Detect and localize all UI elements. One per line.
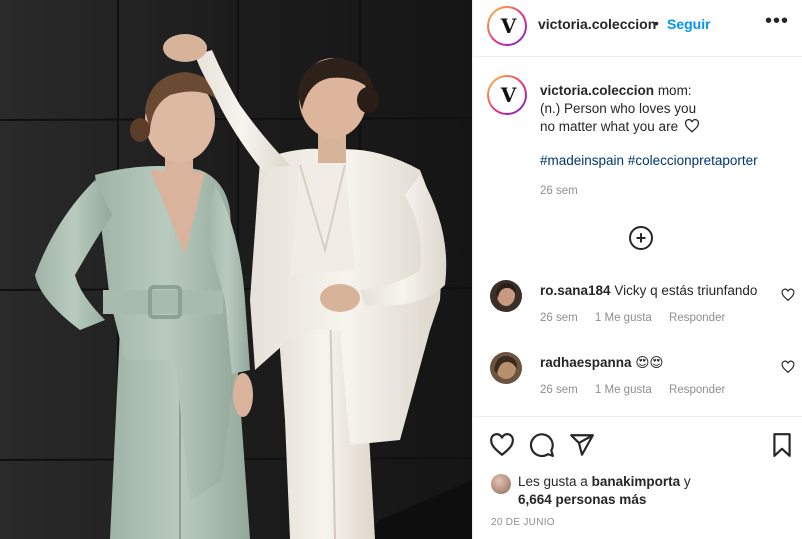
likes-prefix: Les gusta a <box>518 474 588 489</box>
post-header: V victoria.coleccion • Seguir ••• <box>473 0 802 57</box>
reply-button[interactable]: Responder <box>669 312 725 324</box>
follow-button[interactable]: Seguir <box>667 16 711 32</box>
header-separator: • <box>654 15 659 31</box>
comment-likes[interactable]: 1 Me gusta <box>595 312 652 324</box>
load-more-label: + <box>635 228 647 248</box>
comment-username[interactable]: ro.sana184 <box>540 283 611 298</box>
header-username[interactable]: victoria.coleccion <box>538 16 656 32</box>
more-options-icon[interactable]: ••• <box>765 10 789 33</box>
caption-text: victoria.coleccion mom: (n.) Person who … <box>540 82 790 136</box>
comment-time: 26 sem <box>540 312 578 324</box>
post-actions: Les gusta a banakimporta y 6,664 persona… <box>473 416 802 539</box>
heart-outline-icon <box>684 118 699 133</box>
comment-icon[interactable] <box>529 432 555 458</box>
heart-icon[interactable] <box>489 432 515 458</box>
caption-time: 26 sem <box>540 185 578 197</box>
likes-others[interactable]: 6,664 personas más <box>518 491 646 509</box>
caption-first-line: mom: <box>657 83 692 98</box>
comment-avatar[interactable] <box>490 352 522 384</box>
comment-time: 26 sem <box>540 384 578 396</box>
comment-meta: 26 sem 1 Me gusta Responder <box>540 384 739 396</box>
heart-icon[interactable] <box>781 288 795 302</box>
caption-hashtags[interactable]: #madeinspain #coleccionpretaporter <box>540 153 758 168</box>
bookmark-icon[interactable] <box>769 432 795 458</box>
comment-item: ro.sana184 Vicky q estás triunfando 26 s… <box>473 280 802 340</box>
caption-second-line: (n.) Person who loves you <box>540 101 697 116</box>
heart-icon[interactable] <box>781 360 795 374</box>
comment-body: Vicky q estás triunfando <box>614 283 758 298</box>
post-caption: V victoria.coleccion mom: (n.) Person wh… <box>473 57 802 202</box>
likes-suffix: y <box>683 474 691 489</box>
liker-username[interactable]: banakimporta <box>592 474 681 489</box>
comment-likes[interactable]: 1 Me gusta <box>595 384 652 396</box>
reply-button[interactable]: Responder <box>669 384 725 396</box>
liker-avatar[interactable] <box>491 474 511 494</box>
avatar-logo: V <box>500 14 516 38</box>
post-photo[interactable] <box>0 0 472 539</box>
comment-item: radhaespanna 😍😍 26 sem 1 Me gusta Respon… <box>473 352 802 412</box>
caption-third-line: no matter what you are <box>540 119 679 134</box>
post-date: 20 DE JUNIO <box>491 517 555 528</box>
caption-avatar[interactable]: V <box>487 75 527 115</box>
comment-text: ro.sana184 Vicky q estás triunfando <box>540 283 757 298</box>
comment-meta: 26 sem 1 Me gusta Responder <box>540 312 739 324</box>
post-sidebar: V victoria.coleccion • Seguir ••• V vict… <box>472 0 802 539</box>
comment-body: 😍😍 <box>635 355 664 370</box>
plus-circle-icon[interactable]: + <box>629 226 653 250</box>
profile-avatar[interactable]: V <box>487 6 527 46</box>
comment-text: radhaespanna 😍😍 <box>540 355 663 371</box>
comment-avatar[interactable] <box>490 280 522 312</box>
photo-illustration <box>0 0 472 539</box>
share-icon[interactable] <box>569 432 595 458</box>
caption-avatar-logo: V <box>500 83 516 107</box>
caption-username[interactable]: victoria.coleccion <box>540 83 654 98</box>
comment-username[interactable]: radhaespanna <box>540 355 632 370</box>
